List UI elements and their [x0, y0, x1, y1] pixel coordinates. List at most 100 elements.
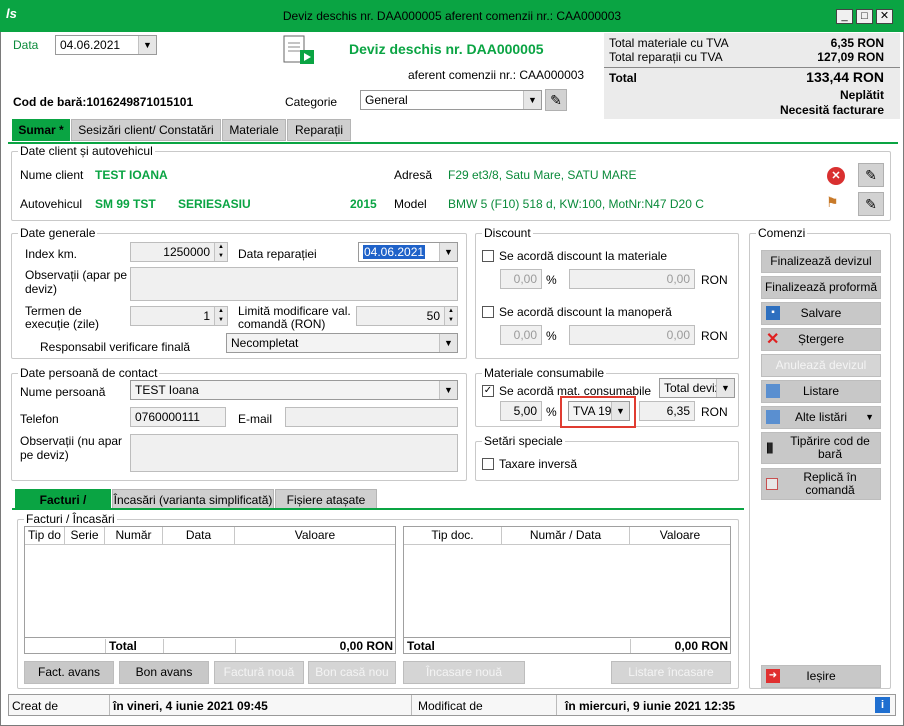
print-label: Listare — [802, 384, 840, 398]
vehicle-year: 2015 — [350, 197, 377, 211]
chevron-down-icon[interactable]: ▼ — [439, 381, 457, 399]
discount-labor-pct[interactable]: 0,00 — [500, 325, 542, 345]
printer-icon — [766, 384, 780, 398]
reverse-tax-checkbox[interactable] — [482, 458, 494, 470]
observations-input[interactable] — [130, 267, 458, 301]
exit-button[interactable]: ➜ Ieșire — [761, 665, 881, 688]
pct-sign: % — [546, 273, 557, 287]
discount-materials-pct[interactable]: 0,00 — [500, 269, 542, 289]
discount-labor-checkbox[interactable] — [482, 306, 494, 318]
contact-obs-input[interactable] — [130, 434, 458, 472]
delete-button[interactable]: ✕ Ștergere — [761, 328, 881, 351]
new-receipt-button[interactable]: Bon casă nou — [308, 661, 396, 684]
spinner-icon[interactable]: ▲ ▼ — [214, 307, 227, 325]
repairs-total-label: Total reparații cu TVA — [609, 50, 723, 64]
consumables-pct[interactable]: 5,00 — [500, 401, 542, 421]
consumables-checkbox[interactable]: ✓ — [482, 385, 494, 397]
contact-obs-label: Observații (nu apar pe deviz) — [20, 434, 123, 462]
col-number[interactable]: Număr — [105, 527, 163, 545]
replicate-button[interactable]: Replică în comandă — [761, 468, 881, 500]
edit-category-button[interactable]: ✎ — [545, 89, 567, 111]
phone-label: Telefon — [20, 412, 59, 426]
limit-input[interactable]: 50 ▲ ▼ — [356, 306, 458, 326]
edit-client-button[interactable]: ✎ — [858, 163, 884, 187]
col-series[interactable]: Serie — [65, 527, 105, 545]
invoices-group: Facturi / Încasări Tip do Serie Număr Da… — [17, 512, 739, 689]
index-input[interactable]: 1250000 ▲ ▼ — [130, 242, 228, 262]
pct-sign: % — [546, 405, 557, 419]
discount-materials-checkbox[interactable] — [482, 250, 494, 262]
maximize-button[interactable]: □ — [856, 9, 873, 24]
invoices-total-value: 0,00 RON — [339, 639, 393, 653]
payments-total-row: Total 0,00 RON — [404, 637, 730, 653]
responsible-select[interactable]: Necompletat ▼ — [226, 333, 458, 353]
other-prints-button[interactable]: Alte listări ▼ — [761, 406, 881, 429]
tab-materiale[interactable]: Materiale — [222, 119, 286, 141]
tab-reparatii[interactable]: Reparații — [287, 119, 351, 141]
email-input[interactable] — [285, 407, 458, 427]
list-payments-button[interactable]: Listare încasare — [611, 661, 731, 684]
col-doc-type[interactable]: Tip do — [25, 527, 65, 545]
general-group-title: Date generale — [18, 226, 98, 240]
contact-name-select[interactable]: TEST Ioana ▼ — [130, 380, 458, 400]
new-invoice-button[interactable]: Factură nouă — [214, 661, 304, 684]
finalize-button[interactable]: Finalizează devizul — [761, 250, 881, 273]
contact-group-title: Date persoană de contact — [18, 366, 160, 380]
col-payment-doc-type[interactable]: Tip doc. — [404, 527, 502, 545]
finalize-proforma-button[interactable]: Finalizează proformă — [761, 276, 881, 299]
phone-input[interactable]: 0760000111 — [130, 407, 226, 427]
remove-client-icon[interactable]: ✕ — [827, 167, 845, 185]
save-icon: ▪ — [766, 306, 780, 320]
address-label: Adresă — [394, 168, 433, 182]
tab-sesizari[interactable]: Sesizări client/ Constatări — [71, 119, 221, 141]
col-payment-number-date[interactable]: Număr / Data — [502, 527, 630, 545]
col-date[interactable]: Data — [163, 527, 235, 545]
chevron-down-icon[interactable]: ▼ — [611, 402, 629, 420]
chevron-down-icon[interactable]: ▼ — [439, 334, 457, 352]
consumables-amount[interactable]: 6,35 — [639, 401, 695, 421]
car-icon[interactable]: ⚑ — [826, 194, 839, 211]
advance-invoice-button[interactable]: Fact. avans — [24, 661, 114, 684]
currency-label: RON — [701, 405, 728, 419]
tab-invoices[interactable]: Facturi / Încasări — [15, 489, 111, 527]
discount-labor-value[interactable]: 0,00 — [569, 325, 695, 345]
col-value[interactable]: Valoare — [235, 527, 395, 545]
date-input[interactable]: 04.06.2021 ▼ — [55, 35, 157, 55]
repair-date-input[interactable]: 04.06.2021 ▼ — [358, 242, 458, 262]
chevron-down-icon[interactable]: ▼ — [138, 36, 156, 54]
save-button[interactable]: ▪ Salvare — [761, 302, 881, 325]
cancel-estimate-button[interactable]: Anulează devizul — [761, 354, 881, 377]
col-payment-value[interactable]: Valoare — [630, 527, 730, 545]
discount-materials-value[interactable]: 0,00 — [569, 269, 695, 289]
tab-simple-payments[interactable]: Încasări (varianta simplificată) — [112, 489, 274, 510]
chevron-down-icon[interactable]: ▼ — [716, 379, 734, 397]
vehicle-label: Autovehicul — [20, 197, 83, 211]
print-button[interactable]: Listare — [761, 380, 881, 403]
exit-icon: ➜ — [766, 669, 780, 683]
tab-attachments[interactable]: Fișiere atașate — [275, 489, 377, 510]
print-barcode-button[interactable]: ||||| Tipărire cod de bară — [761, 432, 881, 464]
currency-label: RON — [701, 329, 728, 343]
chevron-down-icon[interactable]: ▼ — [523, 91, 541, 109]
new-payment-button[interactable]: Încasare nouă — [403, 661, 525, 684]
minimize-button[interactable]: _ — [836, 9, 853, 24]
tab-sumar[interactable]: Sumar * — [12, 119, 70, 141]
info-icon[interactable]: i — [875, 697, 890, 713]
chevron-down-icon[interactable]: ▼ — [439, 243, 457, 261]
term-label: Termen de execuție (zile) — [25, 304, 100, 331]
client-name-label: Nume client — [20, 168, 84, 182]
spinner-icon[interactable]: ▲ ▼ — [444, 307, 457, 325]
invoices-total-label: Total — [109, 639, 137, 653]
document-icon — [283, 35, 314, 64]
close-button[interactable]: ✕ — [876, 9, 893, 24]
replicate-label: Replică în comandă — [803, 470, 857, 497]
edit-vehicle-button[interactable]: ✎ — [858, 192, 884, 216]
consumables-mode-select[interactable]: Total deviz ▼ — [659, 378, 735, 398]
spinner-icon[interactable]: ▲ ▼ — [214, 243, 227, 261]
advance-receipt-button[interactable]: Bon avans — [119, 661, 209, 684]
term-input[interactable]: 1 ▲ ▼ — [130, 306, 228, 326]
category-select[interactable]: General ▼ — [360, 90, 542, 110]
pct-sign: % — [546, 329, 557, 343]
other-prints-label: Alte listări — [794, 410, 847, 424]
vat-select[interactable]: TVA 19% ▼ — [568, 401, 630, 421]
